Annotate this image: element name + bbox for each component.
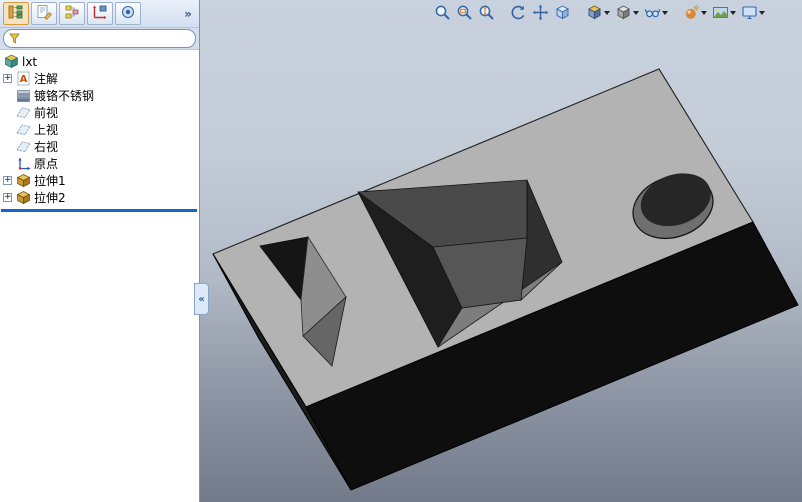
tab-dimxpertmanager[interactable] bbox=[87, 2, 113, 25]
filter-funnel-icon bbox=[9, 29, 20, 48]
display-style-icon[interactable] bbox=[614, 3, 640, 22]
tree-item-front-plane[interactable]: 前视 bbox=[0, 104, 199, 121]
filter-box[interactable] bbox=[3, 29, 196, 48]
propertymanager-icon bbox=[36, 4, 52, 24]
feature-tree: lxt + A 注解 镀铬不锈钢 前视 上视 右视 原点 + 拉伸1 + 拉伸2 bbox=[0, 50, 199, 212]
3d-drawing-view-icon[interactable] bbox=[553, 3, 572, 22]
featuremanager-tree-icon bbox=[8, 4, 24, 24]
tree-item-label: 镀铬不锈钢 bbox=[34, 88, 95, 103]
rollback-bar[interactable] bbox=[1, 209, 197, 212]
zoom-to-area-icon[interactable] bbox=[455, 3, 474, 22]
plane-icon bbox=[15, 105, 31, 121]
dropdown-caret[interactable] bbox=[633, 10, 639, 15]
tree-item-extrude2[interactable]: + 拉伸2 bbox=[0, 189, 199, 206]
origin-icon bbox=[15, 156, 31, 172]
tree-item-label: 右视 bbox=[34, 139, 59, 154]
tree-item-label: lxt bbox=[22, 54, 38, 69]
tree-item-label: 拉伸2 bbox=[34, 190, 66, 205]
panel-collapse-tab[interactable]: « bbox=[194, 283, 209, 315]
tree-item-extrude1[interactable]: + 拉伸1 bbox=[0, 172, 199, 189]
solidworks-app: » lxt + A 注解 镀铬不锈钢 前视 上视 右视 原点 + 拉伸1 + 拉… bbox=[0, 0, 802, 502]
tree-item-label: 原点 bbox=[34, 156, 59, 171]
filter-input[interactable] bbox=[24, 31, 190, 46]
view-settings-icon[interactable] bbox=[740, 3, 766, 22]
manager-tab-bar: » bbox=[0, 0, 199, 28]
expand-toggle[interactable]: + bbox=[3, 176, 12, 185]
tree-item-label: 上视 bbox=[34, 122, 59, 137]
tree-item-top-plane[interactable]: 上视 bbox=[0, 121, 199, 138]
expand-toggle[interactable]: + bbox=[3, 193, 12, 202]
tree-item-origin[interactable]: 原点 bbox=[0, 155, 199, 172]
dropdown-caret[interactable] bbox=[701, 10, 707, 15]
hide-show-items-icon[interactable] bbox=[643, 3, 669, 22]
tree-item-part-root[interactable]: lxt bbox=[0, 53, 199, 70]
dimxpertmanager-icon bbox=[92, 4, 108, 24]
extrude-icon bbox=[15, 190, 31, 206]
heads-up-view-toolbar bbox=[433, 3, 766, 22]
tab-displaymanager[interactable] bbox=[115, 2, 141, 25]
zoom-in-out-icon[interactable] bbox=[477, 3, 496, 22]
tree-item-label: 前视 bbox=[34, 105, 59, 120]
configurationmanager-icon bbox=[64, 4, 80, 24]
annotations-icon: A bbox=[15, 71, 31, 87]
toolbar-overflow-button[interactable]: » bbox=[180, 7, 196, 21]
expand-toggle[interactable]: + bbox=[3, 74, 12, 83]
rotate-view-icon[interactable] bbox=[509, 3, 528, 22]
tree-item-label: 拉伸1 bbox=[34, 173, 66, 188]
tree-item-right-plane[interactable]: 右视 bbox=[0, 138, 199, 155]
view-orientation-icon[interactable] bbox=[585, 3, 611, 22]
tree-item-annotations[interactable]: + A 注解 bbox=[0, 70, 199, 87]
plane-icon bbox=[15, 139, 31, 155]
svg-text:A: A bbox=[19, 74, 27, 85]
tab-featuremanager[interactable] bbox=[3, 2, 29, 25]
pan-icon[interactable] bbox=[531, 3, 550, 22]
feature-manager-panel: » lxt + A 注解 镀铬不锈钢 前视 上视 右视 原点 + 拉伸1 + 拉… bbox=[0, 0, 200, 502]
tree-item-material[interactable]: 镀铬不锈钢 bbox=[0, 87, 199, 104]
dropdown-caret[interactable] bbox=[730, 10, 736, 15]
tab-propertymanager[interactable] bbox=[31, 2, 57, 25]
collapse-chevrons: « bbox=[198, 293, 205, 305]
zoom-to-fit-icon[interactable] bbox=[433, 3, 452, 22]
filter-row bbox=[0, 28, 199, 50]
tree-item-label: 注解 bbox=[34, 71, 59, 86]
edit-appearance-icon[interactable] bbox=[682, 3, 708, 22]
apply-scene-icon[interactable] bbox=[711, 3, 737, 22]
plane-icon bbox=[15, 122, 31, 138]
tab-configurationmanager[interactable] bbox=[59, 2, 85, 25]
material-icon bbox=[15, 88, 31, 104]
extrude-icon bbox=[15, 173, 31, 189]
part-icon bbox=[3, 54, 19, 70]
dropdown-caret[interactable] bbox=[662, 10, 668, 15]
dropdown-caret[interactable] bbox=[604, 10, 610, 15]
displaymanager-icon bbox=[120, 4, 136, 24]
dropdown-caret[interactable] bbox=[759, 10, 765, 15]
graphics-area[interactable] bbox=[200, 0, 802, 502]
part-3d-view[interactable] bbox=[200, 0, 802, 502]
